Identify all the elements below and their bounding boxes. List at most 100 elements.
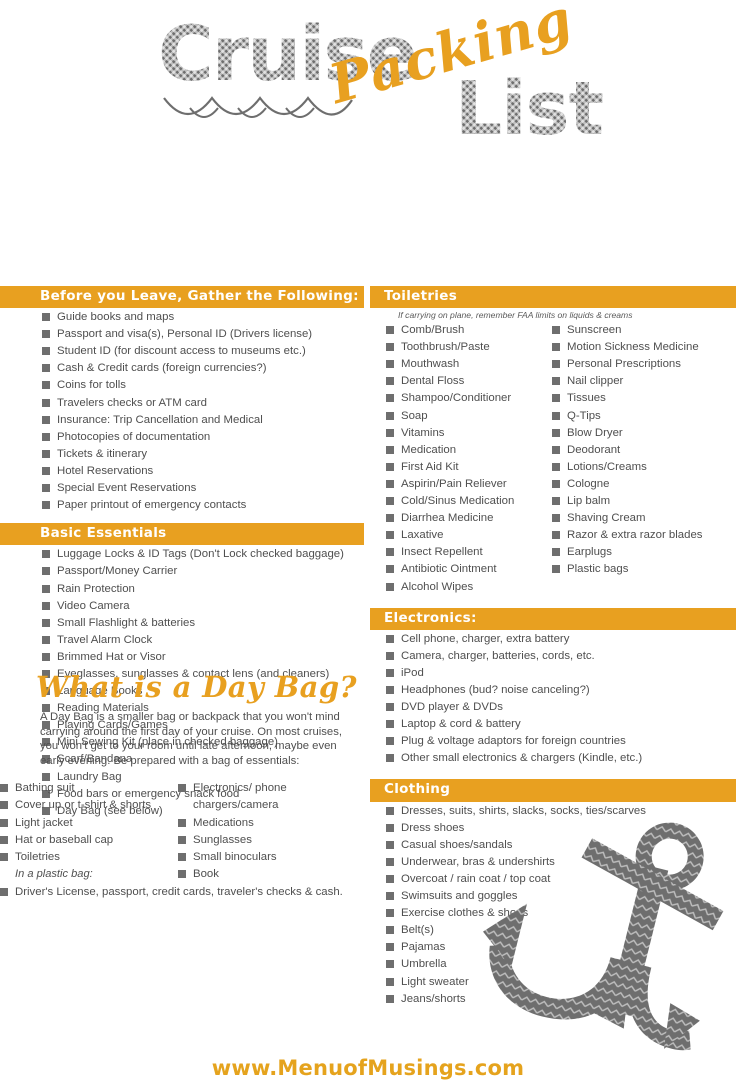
checkbox-icon[interactable] xyxy=(386,514,394,523)
checklist-item[interactable]: Travel Alarm Clock xyxy=(0,632,364,649)
checkbox-icon[interactable] xyxy=(386,703,394,712)
checklist-item[interactable]: Dental Floss xyxy=(370,373,536,390)
checklist-item[interactable]: Special Event Reservations xyxy=(0,480,364,497)
checklist-item[interactable]: Shaving Cream xyxy=(536,510,736,527)
checklist-item[interactable]: Cologne xyxy=(536,476,736,493)
checklist-item[interactable]: Hat or baseball cap xyxy=(0,832,178,849)
checklist-item[interactable]: Tissues xyxy=(536,390,736,407)
checklist-item[interactable]: Sunglasses xyxy=(178,832,364,849)
checkbox-icon[interactable] xyxy=(552,394,560,403)
checkbox-icon[interactable] xyxy=(0,784,8,793)
checkbox-icon[interactable] xyxy=(386,548,394,557)
checkbox-icon[interactable] xyxy=(178,852,186,861)
checklist-item[interactable]: Diarrhea Medicine xyxy=(370,510,536,527)
checklist-item[interactable]: Motion Sickness Medicine xyxy=(536,339,736,356)
checklist-item[interactable]: Comb/Brush xyxy=(370,322,536,339)
footer-url[interactable]: www.MenuofMusings.com xyxy=(0,1056,736,1080)
checklist-item[interactable]: Cover up or t-shirt & shorts xyxy=(0,797,178,814)
checkbox-icon[interactable] xyxy=(42,415,50,424)
checklist-item[interactable]: Driver's License, passport, credit cards… xyxy=(0,884,364,901)
checklist-item[interactable]: Shampoo/Conditioner xyxy=(370,390,536,407)
checklist-item[interactable]: Soap xyxy=(370,408,536,425)
checkbox-icon[interactable] xyxy=(386,360,394,369)
checklist-item[interactable]: Student ID (for discount access to museu… xyxy=(0,343,364,360)
checkbox-icon[interactable] xyxy=(552,462,560,471)
checkbox-icon[interactable] xyxy=(386,326,394,335)
checklist-item[interactable]: Rain Protection xyxy=(0,581,364,598)
checklist-item[interactable]: Passport/Money Carrier xyxy=(0,563,364,580)
checkbox-icon[interactable] xyxy=(0,835,8,844)
checklist-item[interactable]: Earplugs xyxy=(536,544,736,561)
checkbox-icon[interactable] xyxy=(386,462,394,471)
checkbox-icon[interactable] xyxy=(386,634,394,643)
checklist-item[interactable]: iPod xyxy=(370,665,736,682)
checklist-item[interactable]: Coins for tolls xyxy=(0,377,364,394)
checkbox-icon[interactable] xyxy=(42,652,50,661)
checklist-item[interactable]: Insurance: Trip Cancellation and Medical xyxy=(0,412,364,429)
checkbox-icon[interactable] xyxy=(42,313,50,322)
checkbox-icon[interactable] xyxy=(386,977,394,986)
checklist-item[interactable]: Razor & extra razor blades xyxy=(536,527,736,544)
checkbox-icon[interactable] xyxy=(386,857,394,866)
checklist-item[interactable]: Small Flashlight & batteries xyxy=(0,615,364,632)
checkbox-icon[interactable] xyxy=(386,874,394,883)
checkbox-icon[interactable] xyxy=(386,909,394,918)
checkbox-icon[interactable] xyxy=(42,398,50,407)
checkbox-icon[interactable] xyxy=(0,887,8,896)
checklist-item[interactable]: Medication xyxy=(370,442,536,459)
checklist-item[interactable]: Electronics/ phone xyxy=(178,780,364,797)
checklist-item[interactable]: Passport and visa(s), Personal ID (Drive… xyxy=(0,326,364,343)
checklist-item[interactable]: Headphones (bud? noise canceling?) xyxy=(370,682,736,699)
checkbox-icon[interactable] xyxy=(42,330,50,339)
checklist-item[interactable]: Antibiotic Ointment xyxy=(370,561,536,578)
checkbox-icon[interactable] xyxy=(552,514,560,523)
checklist-item[interactable]: Bathing suit xyxy=(0,780,178,797)
checkbox-icon[interactable] xyxy=(42,601,50,610)
checkbox-icon[interactable] xyxy=(386,411,394,420)
checkbox-icon[interactable] xyxy=(552,343,560,352)
checklist-item[interactable]: Camera, charger, batteries, cords, etc. xyxy=(370,648,736,665)
checklist-item[interactable]: Lip balm xyxy=(536,493,736,510)
checkbox-icon[interactable] xyxy=(386,840,394,849)
checklist-item[interactable]: Paper printout of emergency contacts xyxy=(0,497,364,514)
checkbox-icon[interactable] xyxy=(386,531,394,540)
checklist-item[interactable]: Laptop & cord & battery xyxy=(370,716,736,733)
checklist-item[interactable]: Brimmed Hat or Visor xyxy=(0,649,364,666)
checkbox-icon[interactable] xyxy=(552,326,560,335)
checklist-item[interactable]: Q-Tips xyxy=(536,408,736,425)
checklist-item[interactable]: Insect Repellent xyxy=(370,544,536,561)
checkbox-icon[interactable] xyxy=(0,818,8,827)
checkbox-icon[interactable] xyxy=(42,484,50,493)
checkbox-icon[interactable] xyxy=(552,548,560,557)
checklist-item[interactable]: Other small electronics & chargers (Kind… xyxy=(370,750,736,767)
checklist-item[interactable]: Tickets & itinerary xyxy=(0,446,364,463)
checklist-item[interactable]: Deodorant xyxy=(536,442,736,459)
checklist-item[interactable]: Vitamins xyxy=(370,425,536,442)
checklist-item[interactable]: Laxative xyxy=(370,527,536,544)
checkbox-icon[interactable] xyxy=(552,360,560,369)
checkbox-icon[interactable] xyxy=(42,381,50,390)
checklist-item[interactable]: Sunscreen xyxy=(536,322,736,339)
checkbox-icon[interactable] xyxy=(386,428,394,437)
checkbox-icon[interactable] xyxy=(386,651,394,660)
checklist-item[interactable]: Blow Dryer xyxy=(536,425,736,442)
checklist-item[interactable]: DVD player & DVDs xyxy=(370,699,736,716)
checklist-item[interactable]: chargers/camera xyxy=(178,797,364,814)
checkbox-icon[interactable] xyxy=(386,394,394,403)
checkbox-icon[interactable] xyxy=(386,343,394,352)
checkbox-icon[interactable] xyxy=(552,445,560,454)
checklist-item[interactable]: Aspirin/Pain Reliever xyxy=(370,476,536,493)
checklist-item[interactable]: Guide books and maps xyxy=(0,309,364,326)
checklist-item[interactable]: Plug & voltage adaptors for foreign coun… xyxy=(370,733,736,750)
checklist-item[interactable]: Hotel Reservations xyxy=(0,463,364,480)
checkbox-icon[interactable] xyxy=(178,818,186,827)
checkbox-icon[interactable] xyxy=(386,720,394,729)
checkbox-icon[interactable] xyxy=(386,994,394,1003)
checklist-item[interactable]: Toothbrush/Paste xyxy=(370,339,536,356)
checkbox-icon[interactable] xyxy=(386,737,394,746)
checklist-item[interactable]: Video Camera xyxy=(0,598,364,615)
checkbox-icon[interactable] xyxy=(386,943,394,952)
checklist-item[interactable]: Toiletries xyxy=(0,849,178,866)
checkbox-icon[interactable] xyxy=(42,584,50,593)
checkbox-icon[interactable] xyxy=(42,449,50,458)
